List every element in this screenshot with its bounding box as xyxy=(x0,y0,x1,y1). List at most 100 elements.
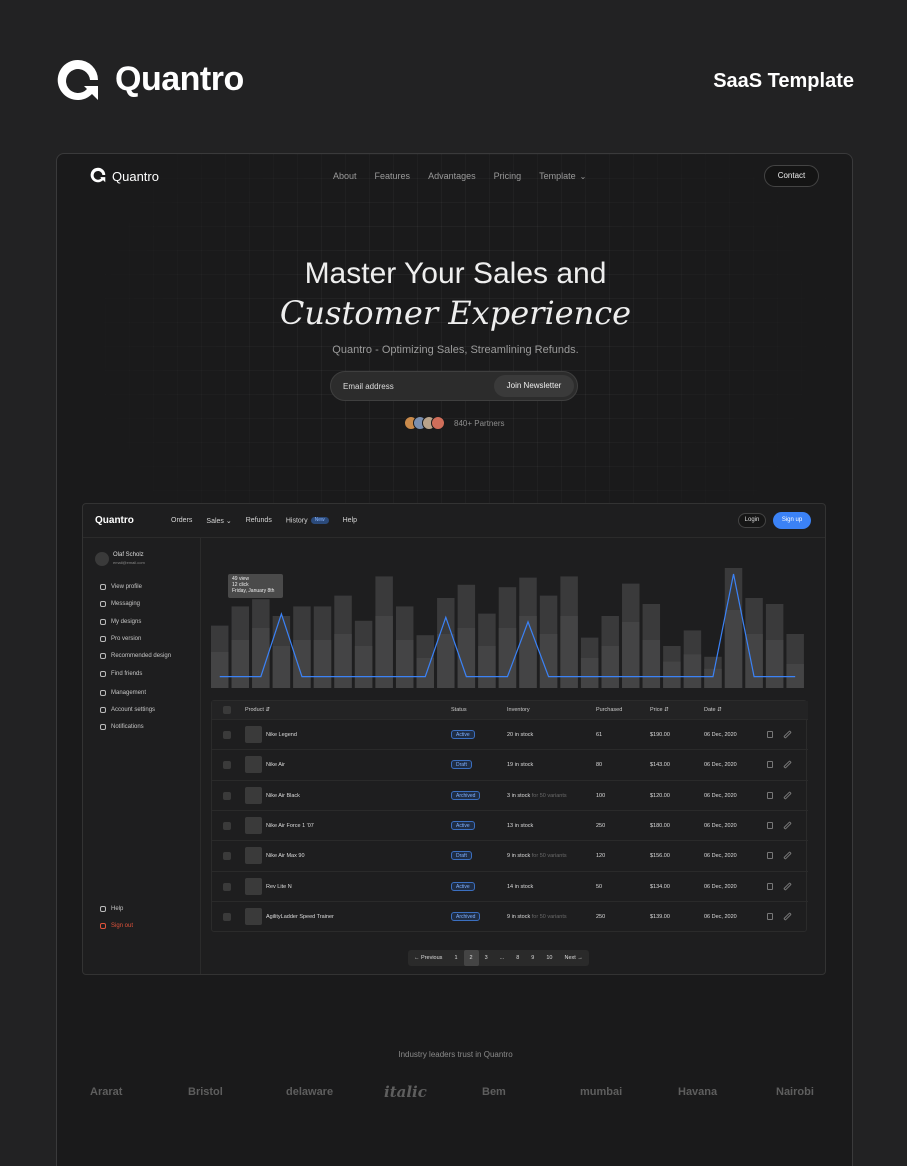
page-1[interactable]: 1 xyxy=(448,950,463,966)
email-input[interactable]: Email address xyxy=(343,382,394,391)
site-logo-text[interactable]: Quantro xyxy=(112,169,159,184)
trash-icon[interactable] xyxy=(767,731,773,738)
sidebar-item-management[interactable]: Management xyxy=(100,690,146,696)
price: $120.00 xyxy=(650,792,670,799)
next-page-button[interactable]: Next → xyxy=(558,950,588,966)
dashboard-logo[interactable]: Quantro xyxy=(95,515,134,526)
dashboard-sidebar: Olaf Scholz email@email.com View profile… xyxy=(83,538,201,974)
edit-icon[interactable] xyxy=(783,790,792,800)
table-row[interactable]: Nike Legend Active 20 in stock 61 $190.00 06… xyxy=(212,719,808,749)
sidebar-item-label: Find friends xyxy=(111,671,143,677)
signup-button[interactable]: Sign up xyxy=(773,512,811,529)
trash-icon[interactable] xyxy=(767,912,773,920)
avatar[interactable] xyxy=(95,552,109,566)
previous-page-button[interactable]: ← Previous xyxy=(408,950,448,966)
dash-nav-history[interactable]: History New xyxy=(286,517,329,525)
edit-icon[interactable] xyxy=(783,851,792,860)
inventory: 19 in stock xyxy=(507,762,533,768)
page-2[interactable]: 2 xyxy=(463,950,479,966)
dash-nav-orders[interactable]: Orders xyxy=(171,517,192,525)
nav-about[interactable]: About xyxy=(333,171,357,181)
login-button[interactable]: Login xyxy=(738,513,766,528)
sidebar-item-messaging[interactable]: Messaging xyxy=(100,601,140,607)
date: 06 Dec, 2020 xyxy=(704,913,737,920)
edit-icon[interactable] xyxy=(783,881,792,891)
hero-title-line2: Customer Experience xyxy=(279,294,632,332)
nav-pricing[interactable]: Pricing xyxy=(494,171,522,181)
product-thumbnail xyxy=(245,756,262,774)
table-row[interactable]: Nike Air Draft 19 in stock 80 $143.00 06 Dec… xyxy=(212,749,808,779)
site-nav-links: About Features Advantages Pricing Templa… xyxy=(333,171,586,181)
tooltip-date: Friday, January 8th xyxy=(232,588,275,594)
brand-name: Quantro xyxy=(115,60,244,98)
table-row[interactable]: Nike Air Max 90 Draft 9 in stock for 50 va… xyxy=(212,840,808,870)
purchased: 50 xyxy=(596,883,603,890)
edit-icon[interactable] xyxy=(783,821,792,830)
trash-icon[interactable] xyxy=(767,882,773,890)
trash-icon[interactable] xyxy=(767,821,773,829)
table-row[interactable]: Nike Air Force 1 '07 Active 13 in stock 25… xyxy=(212,809,808,840)
sidebar-item-help[interactable]: Help xyxy=(100,906,123,912)
sales-chart[interactable] xyxy=(211,568,807,688)
table-row[interactable]: Nike Air Black Archived 3 in stock for 50 … xyxy=(212,779,808,810)
dash-nav-refunds[interactable]: Refunds xyxy=(246,517,272,525)
dashboard-preview: Quantro Orders Sales ⌄ Refunds History Ne… xyxy=(82,503,826,975)
sidebar-item-label: Help xyxy=(111,906,124,912)
user-name: Olaf Scholz xyxy=(113,552,144,558)
sidebar-item-notifications[interactable]: Notifications xyxy=(100,724,144,730)
page-10[interactable]: 10 xyxy=(540,950,558,966)
nav-features[interactable]: Features xyxy=(375,171,411,181)
product-thumbnail xyxy=(245,816,262,834)
table-header: Product ⇵ Status Inventory Purchased Pri… xyxy=(212,701,808,719)
sidebar-item-account-settings[interactable]: Account settings xyxy=(100,707,155,713)
sidebar-item-view-profile[interactable]: View profile xyxy=(100,584,142,590)
nav-template[interactable]: Template ⌄ xyxy=(539,171,586,181)
sidebar-item-pro-version[interactable]: Pro version xyxy=(100,636,141,642)
table-row[interactable]: Rev Lite N Active 14 in stock 50 $134.00 06 … xyxy=(212,870,808,901)
stock-count: 9 in stock xyxy=(507,913,531,920)
sidebar-item-signout[interactable]: Sign out xyxy=(100,923,133,929)
row-checkbox[interactable] xyxy=(223,761,231,770)
products-table: Product ⇵ Status Inventory Purchased Pri… xyxy=(211,700,808,932)
dash-nav-sales[interactable]: Sales ⌄ xyxy=(206,517,231,525)
status-badge: Archived xyxy=(451,790,481,800)
trash-icon[interactable] xyxy=(767,791,773,799)
page-8[interactable]: 8 xyxy=(510,950,525,966)
trash-icon[interactable] xyxy=(767,761,773,769)
page-3[interactable]: 3 xyxy=(479,950,494,966)
row-checkbox[interactable] xyxy=(223,821,231,830)
sidebar-item-my-designs[interactable]: My designs xyxy=(100,619,141,625)
crown-icon xyxy=(100,653,106,659)
table-row[interactable]: AgilityLadder Speed Trainer Archived 9 in … xyxy=(212,900,808,931)
edit-icon[interactable] xyxy=(783,730,792,739)
price: $134.00 xyxy=(650,883,670,890)
dash-nav-sales-label: Sales xyxy=(206,518,224,525)
site-logo-icon[interactable] xyxy=(90,167,106,183)
nav-advantages[interactable]: Advantages xyxy=(428,171,476,181)
row-checkbox[interactable] xyxy=(223,791,231,800)
contact-button[interactable]: Contact xyxy=(764,165,819,187)
trash-icon[interactable] xyxy=(767,852,773,860)
dash-nav-help[interactable]: Help xyxy=(343,517,357,525)
price: $139.00 xyxy=(650,913,670,920)
sidebar-item-recommended-design[interactable]: Recommended design xyxy=(100,653,171,659)
join-newsletter-button[interactable]: Join Newsletter xyxy=(494,375,574,397)
row-checkbox[interactable] xyxy=(223,882,231,891)
date: 06 Dec, 2020 xyxy=(704,822,737,829)
clipboard-icon xyxy=(100,690,106,696)
chart-tooltip: 49 view 12 click Friday, January 8th xyxy=(228,574,283,598)
page-9[interactable]: 9 xyxy=(525,950,540,966)
header-product[interactable]: Product ⇵ xyxy=(245,707,270,713)
header-price[interactable]: Price ⇵ xyxy=(650,707,669,713)
edit-icon[interactable] xyxy=(783,760,792,770)
sidebar-item-find-friends[interactable]: Find friends xyxy=(100,671,142,677)
product-thumbnail xyxy=(245,726,262,743)
header-date[interactable]: Date ⇵ xyxy=(704,707,722,713)
edit-icon[interactable] xyxy=(783,912,792,921)
select-all-checkbox[interactable] xyxy=(223,706,231,714)
row-checkbox[interactable] xyxy=(223,852,231,861)
row-checkbox[interactable] xyxy=(223,731,231,739)
row-checkbox[interactable] xyxy=(223,912,231,921)
friends-icon xyxy=(100,671,106,677)
sidebar-item-label: Account settings xyxy=(111,707,156,713)
